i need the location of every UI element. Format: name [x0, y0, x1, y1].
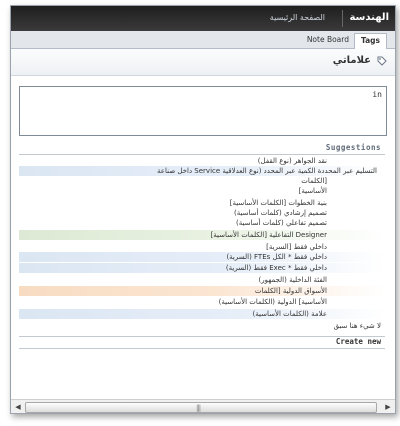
- suggestion-item[interactable]: لا شيء هنا سبق: [19, 321, 385, 331]
- suggestion-item[interactable]: بنية الخطوات [الكلمات الأساسية]: [19, 198, 385, 208]
- suggestion-item[interactable]: نقد الجواهر (نوع القفل): [19, 156, 385, 166]
- suggestion-item[interactable]: الأساسية] الدولية (الكلمات الأساسية): [19, 297, 385, 307]
- tags-window: الهندسة الصفحة الرئيسية Tags Note Board …: [10, 5, 396, 414]
- suggestion-item[interactable]: علامة (الكلمات الأساسية): [19, 309, 385, 319]
- nav-divider: [342, 10, 343, 27]
- suggestions-label: Suggestions: [325, 143, 381, 152]
- suggestion-item[interactable]: التسليم عبر المحددة الكمية عبر المحدد (ن…: [19, 166, 385, 176]
- panel-title-bar: علاماتي: [11, 49, 395, 76]
- create-new-link[interactable]: Create new: [19, 336, 385, 349]
- site-name[interactable]: الهندسة: [349, 12, 389, 23]
- suggestions-header: Suggestions: [19, 143, 385, 155]
- scrollbar-grip-icon: |||: [196, 404, 201, 412]
- tab-strip: Tags Note Board: [11, 31, 395, 49]
- create-new-label: Create new: [335, 337, 381, 346]
- tab-tags[interactable]: Tags: [353, 33, 387, 49]
- suggestion-item[interactable]: الفئة الداخلية (الجمهور): [19, 275, 385, 285]
- panel-title: علاماتي: [332, 55, 371, 66]
- horizontal-scrollbar[interactable]: ◀ ||| ▶: [11, 399, 395, 413]
- home-link[interactable]: الصفحة الرئيسية: [270, 13, 325, 22]
- scroll-left-arrow-icon[interactable]: ◀: [13, 402, 23, 412]
- tag-input-value: in: [372, 90, 382, 99]
- suggestion-item[interactable]: داخلي فقط [السرية]: [19, 242, 385, 252]
- suggestion-item[interactable]: داخلي فقط * الكل FTEs (السرية): [19, 252, 385, 262]
- scroll-right-arrow-icon[interactable]: ▶: [383, 402, 393, 412]
- suggestion-item[interactable]: تصميم إرشادي (كلمات أساسية): [19, 208, 385, 218]
- suggestion-item[interactable]: داخلي فقط * Exec فقط (السرية): [19, 263, 385, 273]
- suggestion-item[interactable]: الأساسية]: [19, 186, 385, 196]
- suggestion-item[interactable]: الأسواق الدولية [الكلمات: [19, 286, 385, 296]
- suggestion-item[interactable]: [الكلمات: [19, 176, 385, 186]
- suggestion-item[interactable]: تصميم تفاعلي (كلمات أساسية): [19, 218, 385, 228]
- tag-icon: [377, 56, 387, 66]
- scrollbar-thumb[interactable]: |||: [25, 402, 377, 413]
- tab-note-board[interactable]: Note Board: [301, 33, 355, 47]
- suggestion-list: نقد الجواهر (نوع القفل) التسليم عبر المح…: [19, 156, 385, 334]
- top-nav-bar: الهندسة الصفحة الرئيسية: [11, 6, 395, 31]
- tag-input[interactable]: in: [19, 86, 387, 136]
- suggestion-item[interactable]: Designer التفاعلية [الكلمات الأساسية]: [19, 230, 385, 240]
